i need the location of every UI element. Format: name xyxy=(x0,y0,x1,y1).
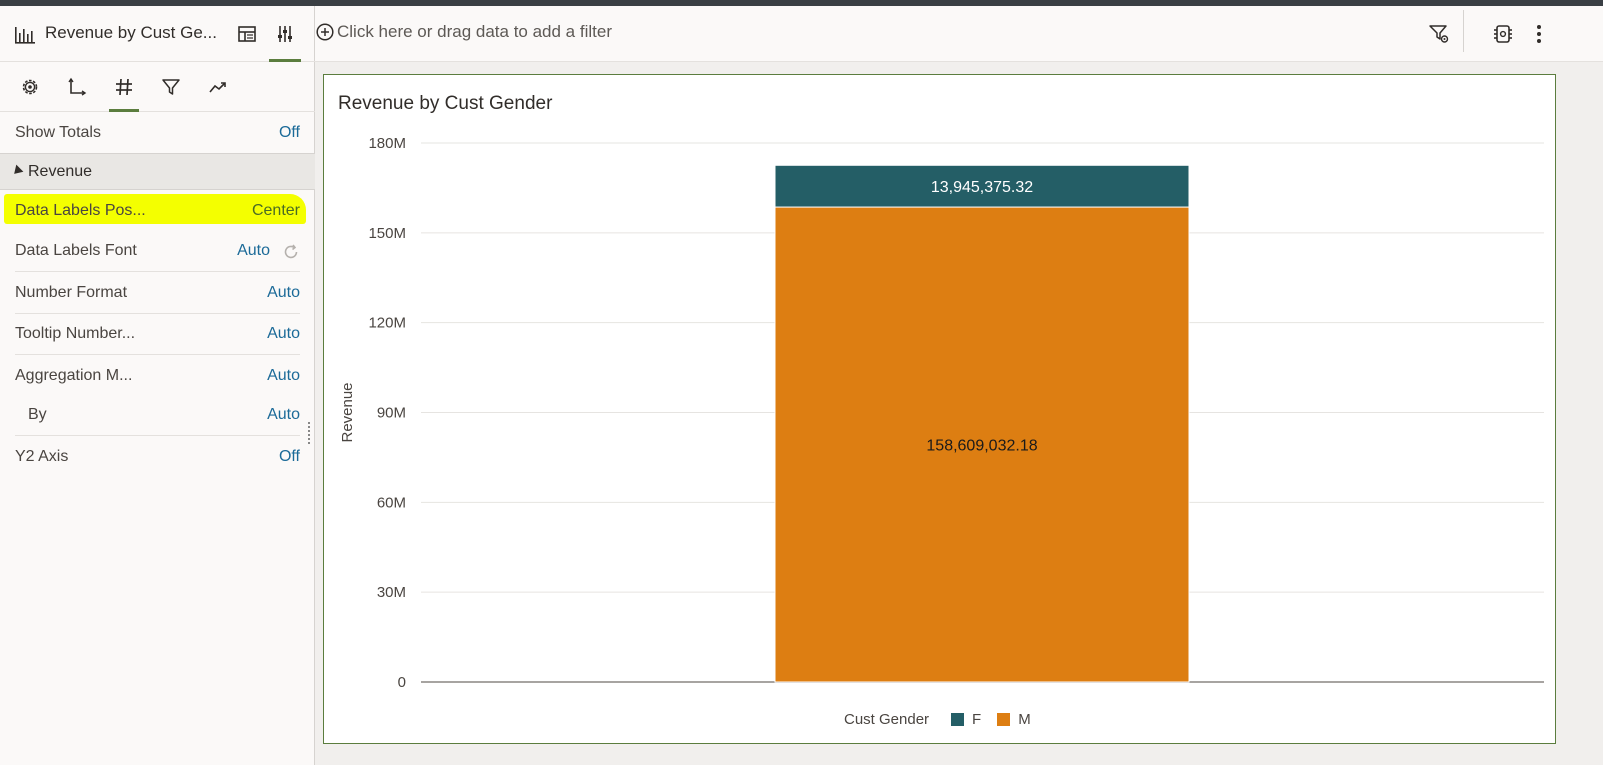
property-value[interactable]: Auto xyxy=(267,406,300,424)
number-format-row[interactable]: Number Format Auto xyxy=(0,272,315,314)
y-tick-label: 120M xyxy=(368,315,406,332)
legend-item-m[interactable]: M xyxy=(997,711,1031,728)
property-tabs xyxy=(0,62,315,112)
tab-filters[interactable] xyxy=(154,70,188,104)
filter-bar-separator xyxy=(1463,10,1464,52)
property-value[interactable]: Auto xyxy=(267,325,300,343)
legend-swatch-m xyxy=(997,713,1011,726)
tab-values[interactable] xyxy=(107,70,141,112)
tab-axis[interactable] xyxy=(60,70,94,104)
chart-legend: Cust Gender F M xyxy=(844,711,1047,728)
panel-title: Revenue by Cust Ge... xyxy=(45,23,217,42)
y-tick-label: 60M xyxy=(377,494,406,511)
axis-icon xyxy=(68,77,87,96)
y-tick-label: 180M xyxy=(368,135,406,152)
collapse-triangle-icon xyxy=(10,164,24,178)
sliders-icon xyxy=(278,26,292,42)
property-label: Y2 Axis xyxy=(15,448,69,465)
filter-bar: Click here or drag data to add a filter xyxy=(315,6,1603,62)
property-value[interactable]: Auto xyxy=(267,284,300,302)
filter-gear-icon xyxy=(1429,25,1449,43)
filter-settings-button[interactable] xyxy=(1425,20,1453,48)
panel-resize-handle[interactable] xyxy=(308,422,310,444)
data-labels-font-row[interactable]: Data Labels Font Auto xyxy=(0,230,315,272)
y-tick-label: 150M xyxy=(368,225,406,242)
chart-plot[interactable]: 0 30M 60M 90M 120M 150M 180M Revenue 158,609,032… xyxy=(324,75,1557,745)
layout-icon xyxy=(238,26,256,42)
property-label: Data Labels Pos... xyxy=(15,202,146,219)
filter-icon xyxy=(162,79,180,95)
property-label: By xyxy=(28,406,47,423)
property-value[interactable]: Center xyxy=(252,202,300,220)
canvas: Revenue by Cust Gender 0 30M 60M 90M 120M 150… xyxy=(315,62,1603,765)
more-options-button[interactable] xyxy=(1525,20,1553,48)
legend-title: Cust Gender xyxy=(844,711,930,728)
legend-label-f: F xyxy=(972,711,982,728)
properties-panel: Revenue by Cust Ge... Show Totals Off Re… xyxy=(0,6,315,765)
aggregation-method-row[interactable]: Aggregation M... Auto xyxy=(0,355,315,397)
property-label: Aggregation M... xyxy=(15,367,133,384)
bar-chart-icon xyxy=(15,27,35,44)
add-circle-icon xyxy=(316,23,334,41)
data-labels-position-row[interactable]: Data Labels Pos... Center xyxy=(0,190,315,232)
revenue-section-header[interactable]: Revenue xyxy=(0,153,315,190)
tab-general[interactable] xyxy=(13,70,47,104)
legend-label-m: M xyxy=(1018,711,1031,728)
property-value[interactable]: Auto xyxy=(267,367,300,385)
add-filter-area[interactable]: Click here or drag data to add a filter xyxy=(315,22,612,42)
canvas-properties-button[interactable] xyxy=(1489,20,1517,48)
canvas-settings-icon xyxy=(1494,25,1512,43)
y-tick-label: 0 xyxy=(398,674,406,691)
add-filter-placeholder: Click here or drag data to add a filter xyxy=(337,22,612,41)
aggregation-by-row[interactable]: By Auto xyxy=(0,394,315,436)
tab-analytics[interactable] xyxy=(201,70,235,104)
data-label-m: 158,609,032.18 xyxy=(926,438,1037,455)
panel-header: Revenue by Cust Ge... xyxy=(0,6,315,62)
y2-axis-row[interactable]: Y2 Axis Off xyxy=(0,436,315,478)
property-label: Data Labels Font xyxy=(15,242,137,259)
legend-swatch-f xyxy=(951,713,965,726)
property-value[interactable]: Auto xyxy=(237,242,270,260)
property-value[interactable]: Off xyxy=(279,448,300,466)
data-label-f: 13,945,375.32 xyxy=(931,179,1033,196)
settings-icon xyxy=(22,79,38,95)
property-label: Tooltip Number... xyxy=(15,325,136,342)
show-totals-row[interactable]: Show Totals Off xyxy=(0,112,315,154)
section-label: Revenue xyxy=(28,163,93,180)
legend-item-f[interactable]: F xyxy=(951,711,981,728)
show-totals-value[interactable]: Off xyxy=(279,124,300,142)
trend-icon xyxy=(209,82,226,93)
y-tick-label: 30M xyxy=(377,584,406,601)
hash-icon xyxy=(116,78,132,96)
show-totals-label: Show Totals xyxy=(15,124,101,141)
visualization[interactable]: Revenue by Cust Gender 0 30M 60M 90M 120M 150… xyxy=(323,74,1556,744)
properties-button[interactable] xyxy=(269,18,301,62)
property-label: Number Format xyxy=(15,284,128,301)
refresh-icon[interactable] xyxy=(282,243,300,261)
y-tick-label: 90M xyxy=(377,405,406,422)
tooltip-number-format-row[interactable]: Tooltip Number... Auto xyxy=(0,313,315,355)
grammar-panel-button[interactable] xyxy=(231,18,263,50)
y-axis-label: Revenue xyxy=(339,382,356,442)
more-vertical-icon xyxy=(1537,25,1541,43)
